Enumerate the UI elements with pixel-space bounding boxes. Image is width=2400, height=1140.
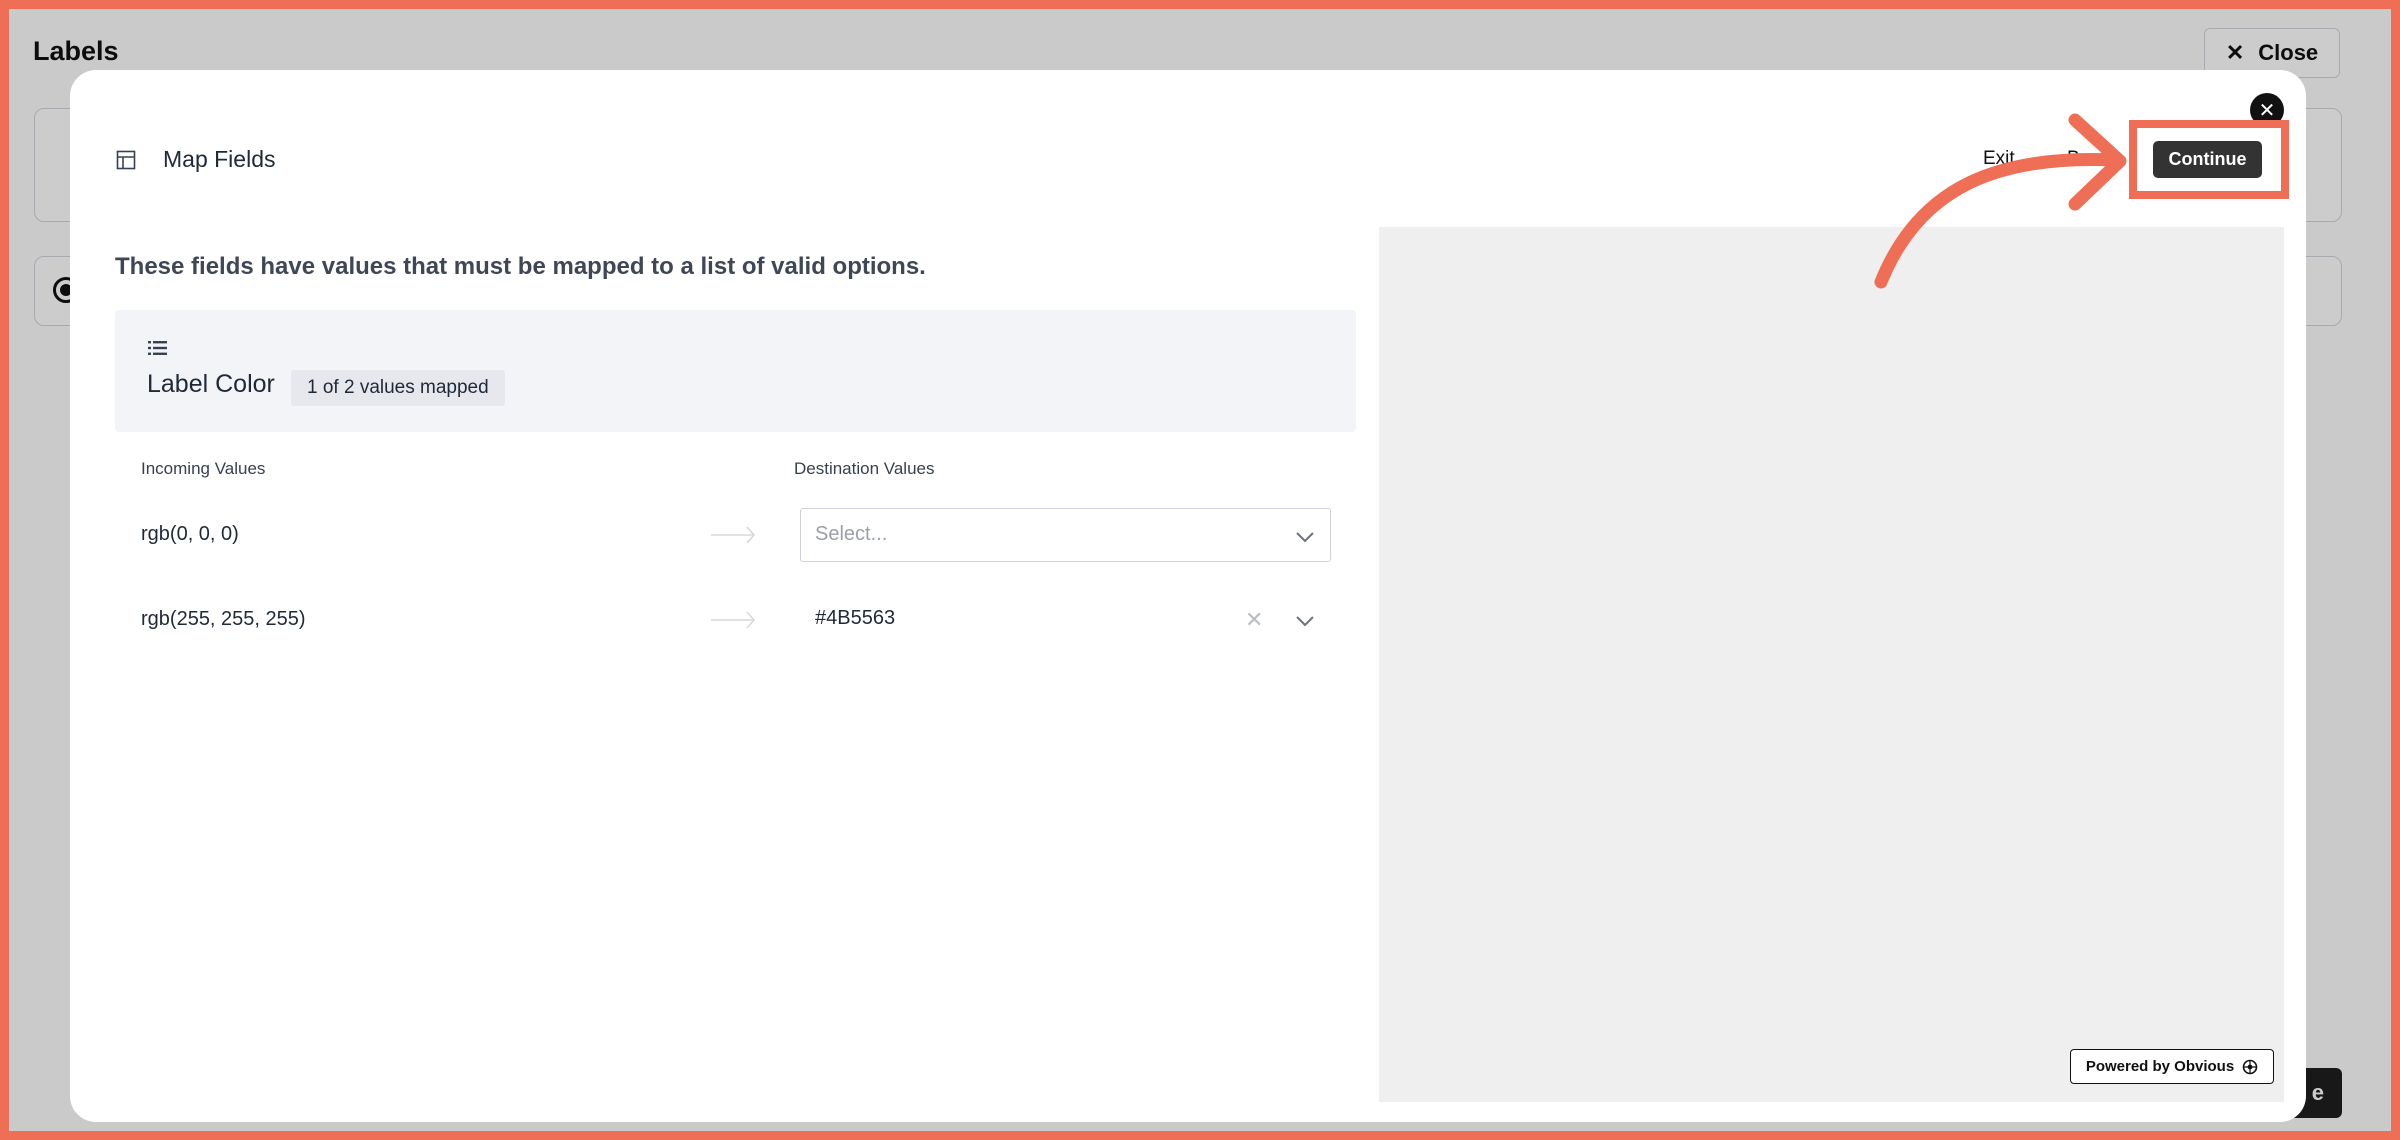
field-name: Label Color bbox=[147, 370, 275, 398]
powered-by-badge[interactable]: Powered by Obvious bbox=[2070, 1049, 2274, 1084]
chevron-down-icon[interactable] bbox=[1295, 531, 1315, 543]
incoming-values-header: Incoming Values bbox=[141, 459, 266, 478]
annotation-highlight-box bbox=[2129, 120, 2289, 199]
list-icon bbox=[148, 341, 167, 355]
arrow-right-icon bbox=[711, 526, 756, 544]
destination-select[interactable]: Select... bbox=[800, 508, 1331, 562]
destination-values-header: Destination Values bbox=[794, 459, 935, 478]
mapping-instructions: These fields have values that must be ma… bbox=[115, 253, 926, 280]
mapped-count-badge: 1 of 2 values mapped bbox=[291, 370, 505, 406]
chevron-down-icon[interactable] bbox=[1295, 615, 1315, 627]
destination-value[interactable]: #4B5563 bbox=[815, 607, 895, 630]
incoming-value: rgb(255, 255, 255) bbox=[141, 608, 306, 630]
table-icon bbox=[116, 150, 136, 170]
preview-panel: Powered by Obvious bbox=[1379, 227, 2284, 1102]
annotation-arrow-icon bbox=[1874, 113, 2127, 289]
modal-title: Map Fields bbox=[163, 146, 276, 172]
clear-icon[interactable]: ✕ bbox=[1245, 607, 1263, 633]
field-card: Label Color 1 of 2 values mapped bbox=[115, 310, 1356, 432]
select-placeholder: Select... bbox=[815, 523, 888, 545]
powered-by-label: Powered by Obvious bbox=[2085, 1058, 2235, 1075]
obvious-logo-icon bbox=[2242, 1059, 2258, 1074]
arrow-right-icon bbox=[711, 611, 756, 629]
incoming-value: rgb(0, 0, 0) bbox=[141, 523, 239, 545]
